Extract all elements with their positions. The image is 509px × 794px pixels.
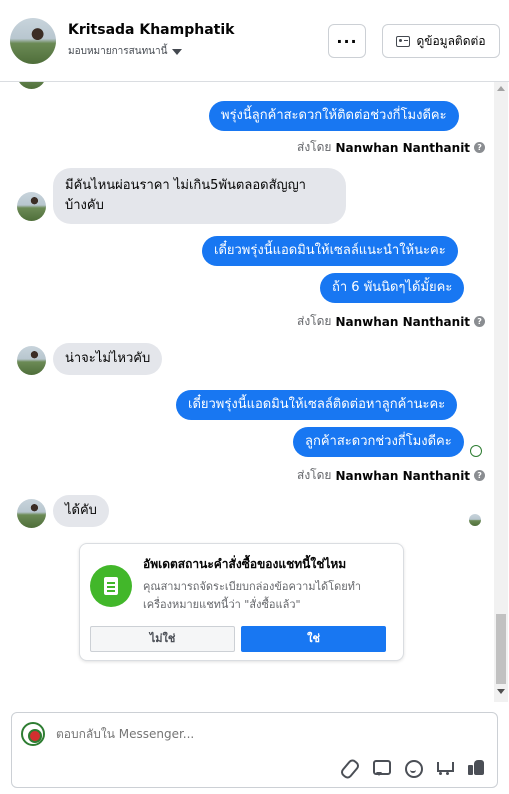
outgoing-message[interactable]: ถ้า 6 พันนิดๆได้มั้ยคะ: [320, 273, 465, 303]
help-icon[interactable]: ?: [474, 470, 486, 481]
customer-avatar-small: [17, 82, 46, 89]
page-logo-avatar: [21, 722, 45, 746]
incoming-message[interactable]: น่าจะไม่ไหวคับ: [53, 343, 163, 375]
sent-by-prefix: ส่งโดย: [297, 468, 332, 482]
incoming-message[interactable]: มีคันไหนผ่อนราคา ไม่เกิน5พันตลอดสัญญา บ้…: [53, 168, 346, 224]
more-options-button[interactable]: ···: [328, 24, 366, 58]
outgoing-message[interactable]: พรุ่งนี้ลูกค้าสะดวกให้ติดต่อช่วงกี่โมงดี…: [209, 101, 459, 131]
incoming-message[interactable]: ได้คับ: [53, 495, 109, 527]
assign-label: มอบหมายการสนทนานี้: [68, 46, 168, 57]
order-no-button[interactable]: ไม่ใช่: [90, 626, 235, 652]
read-receipt-avatar: [469, 514, 481, 526]
message-thread[interactable]: พรุ่งนี้ลูกค้าสะดวกให้ติดต่อช่วงกี่โมงดี…: [0, 82, 509, 702]
like-thumb-icon[interactable]: [466, 757, 488, 779]
scroll-up-arrow-icon[interactable]: [497, 86, 505, 91]
customer-avatar-small: [17, 499, 46, 528]
sent-by-agent[interactable]: Nanwhan Nanthanit: [335, 469, 470, 483]
chat-scrollbar[interactable]: [494, 82, 508, 702]
view-contact-info-button[interactable]: ดูข้อมูลติดต่อ: [382, 24, 500, 58]
attachment-icon[interactable]: [338, 757, 360, 779]
order-icon-circle: [90, 565, 132, 607]
caret-down-icon: [172, 48, 183, 55]
incoming-message-line: บ้างคับ: [65, 198, 104, 213]
scrollbar-thumb[interactable]: [496, 614, 506, 684]
outgoing-message[interactable]: เดี๋ยวพรุ่งนี้แอดมินให้เซลล์แนะนำให้นะคะ: [202, 236, 458, 266]
outgoing-message[interactable]: เดี๋ยวพรุ่งนี้แอดมินให้เซลล์ติดต่อหาลูกค…: [176, 390, 458, 420]
scroll-down-arrow-icon[interactable]: [497, 689, 505, 694]
view-contact-info-label: ดูข้อมูลติดต่อ: [416, 33, 486, 48]
sent-by-agent[interactable]: Nanwhan Nanthanit: [335, 141, 470, 155]
composer-toolbar: [338, 757, 488, 779]
customer-name[interactable]: Kritsada Khamphatik: [68, 22, 234, 38]
order-yes-button[interactable]: ใช่: [241, 626, 386, 652]
customer-avatar-small: [17, 192, 46, 221]
contact-card-icon: [396, 35, 411, 47]
conversation-header: Kritsada Khamphatik มอบหมายการสนทนานี้ ·…: [0, 0, 509, 82]
reply-input[interactable]: [56, 727, 476, 741]
receipt-icon: [104, 577, 118, 595]
customer-avatar[interactable]: [10, 18, 56, 64]
sent-by-label: ส่งโดย Nanwhan Nanthanit ?: [297, 138, 486, 157]
sent-by-label: ส่งโดย Nanwhan Nanthanit ?: [297, 466, 486, 485]
sent-by-label: ส่งโดย Nanwhan Nanthanit ?: [297, 312, 486, 331]
sent-by-prefix: ส่งโดย: [297, 314, 332, 328]
shop-cart-icon[interactable]: [434, 757, 456, 779]
customer-avatar-small: [17, 346, 46, 375]
saved-replies-icon[interactable]: [370, 757, 392, 779]
sent-by-prefix: ส่งโดย: [297, 140, 332, 154]
help-icon[interactable]: ?: [474, 142, 486, 153]
help-icon[interactable]: ?: [474, 316, 486, 327]
reply-composer: [11, 712, 498, 788]
outgoing-message[interactable]: ลูกค้าสะดวกช่วงกี่โมงดีคะ: [293, 427, 464, 457]
order-status-card: อัพเดตสถานะคำสั่งซื้อของแชทนี้ใช่ไหม คุณ…: [79, 543, 404, 661]
order-card-title: อัพเดตสถานะคำสั่งซื้อของแชทนี้ใช่ไหม: [143, 557, 347, 571]
seen-indicator-icon: [470, 445, 482, 457]
emoji-icon[interactable]: [402, 757, 424, 779]
incoming-message-line: มีคันไหนผ่อนราคา ไม่เกิน5พันตลอดสัญญา: [65, 178, 306, 193]
assign-conversation-dropdown[interactable]: มอบหมายการสนทนานี้: [68, 44, 183, 59]
order-card-description: คุณสามารถจัดระเบียบกล่องข้อความได้โดยทำเ…: [143, 580, 362, 611]
sent-by-agent[interactable]: Nanwhan Nanthanit: [335, 315, 470, 329]
